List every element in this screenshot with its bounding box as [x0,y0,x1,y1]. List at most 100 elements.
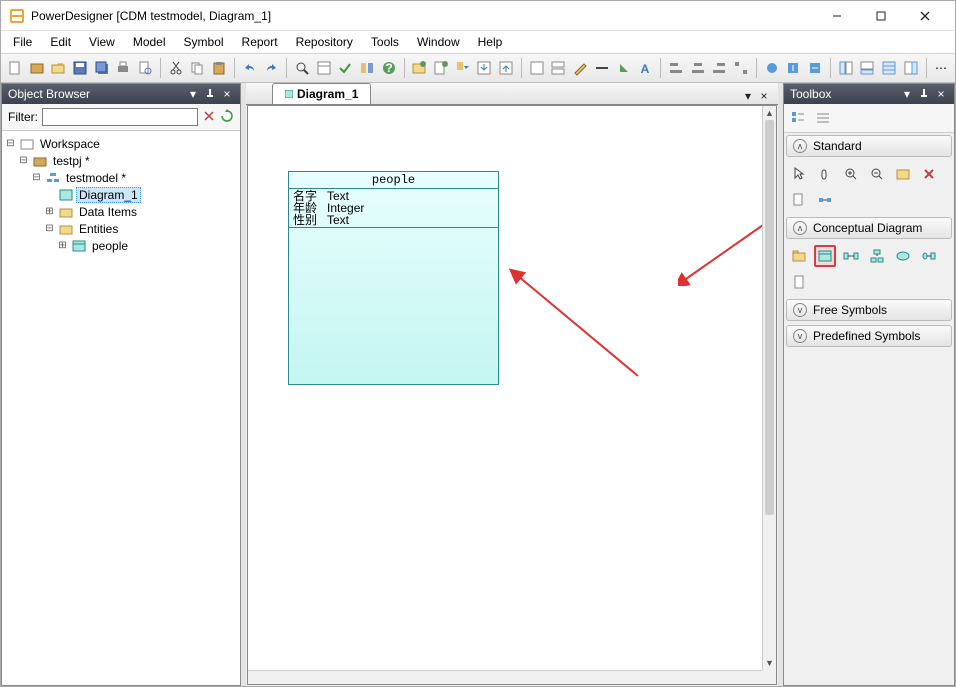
toolbox-section-standard[interactable]: ʌ Standard [786,135,952,157]
align-center-icon[interactable] [688,57,708,79]
pointer-tool-icon[interactable] [788,163,810,185]
generate-icon[interactable] [453,57,473,79]
dropdown-icon[interactable]: ▾ [186,87,200,101]
open-diagram-tool-icon[interactable] [892,163,914,185]
browser-toggle-icon[interactable] [836,57,856,79]
result-toggle-icon[interactable] [879,57,899,79]
open-icon[interactable] [48,57,68,79]
tree-model[interactable]: ⊟testmodel * [4,169,238,186]
tree-dataitems[interactable]: ⊞Data Items [4,203,238,220]
compare-icon[interactable] [357,57,377,79]
menu-file[interactable]: File [5,33,40,51]
check-model-icon[interactable] [336,57,356,79]
inheritance-tool-icon[interactable] [866,245,888,267]
align-right-icon[interactable] [709,57,729,79]
close-panel-icon[interactable]: × [934,87,948,101]
more-icon[interactable]: ⋯ [931,57,951,79]
pin-icon[interactable] [917,87,931,101]
menu-help[interactable]: Help [470,33,511,51]
new-icon[interactable] [5,57,25,79]
layout-2-icon[interactable] [549,57,569,79]
package-tool-icon[interactable] [788,245,810,267]
distribute-icon[interactable] [731,57,751,79]
tab-menu-icon[interactable]: ▾ [740,88,756,104]
cut-icon[interactable] [166,57,186,79]
clear-filter-icon[interactable] [202,109,216,126]
repo-checkout-icon[interactable] [805,57,825,79]
toolbox-section-conceptual[interactable]: ʌ Conceptual Diagram [786,217,952,239]
close-panel-icon[interactable]: × [220,87,234,101]
menu-window[interactable]: Window [409,33,468,51]
entity-tool-icon[interactable] [814,245,836,267]
association-link-tool-icon[interactable] [918,245,940,267]
text-style-icon[interactable]: A [635,57,655,79]
grabber-tool-icon[interactable] [814,163,836,185]
line-style-icon[interactable] [592,57,612,79]
help-icon[interactable]: ? [379,57,399,79]
toolbox-toggle-icon[interactable] [901,57,921,79]
menu-view[interactable]: View [81,33,123,51]
menu-repository[interactable]: Repository [288,33,361,51]
new-diagram-icon[interactable] [431,57,451,79]
tree-diagram[interactable]: ·Diagram_1 [4,186,238,203]
association-tool-icon[interactable] [892,245,914,267]
toolbox-section-predefined[interactable]: v Predefined Symbols [786,325,952,347]
tree-project[interactable]: ⊟testpj * [4,152,238,169]
tab-close-icon[interactable]: × [756,88,772,104]
refresh-icon[interactable] [220,109,234,126]
paste-icon[interactable] [209,57,229,79]
undo-icon[interactable] [240,57,260,79]
import-icon[interactable] [475,57,495,79]
edit-style-icon[interactable] [570,57,590,79]
toolbox-section-free[interactable]: v Free Symbols [786,299,952,321]
align-left-icon[interactable] [666,57,686,79]
layout-1-icon[interactable] [527,57,547,79]
file-tool-icon[interactable] [788,271,810,293]
delete-tool-icon[interactable] [918,163,940,185]
new-model-icon[interactable] [27,57,47,79]
menu-tools[interactable]: Tools [363,33,407,51]
tree-entities[interactable]: ⊟Entities [4,220,238,237]
list-view-icon[interactable] [812,107,834,129]
fill-style-icon[interactable] [614,57,634,79]
pin-icon[interactable] [203,87,217,101]
menu-edit[interactable]: Edit [42,33,79,51]
find-icon[interactable] [292,57,312,79]
zoom-out-tool-icon[interactable] [866,163,888,185]
properties-tool-icon[interactable] [788,189,810,211]
object-browser-header: Object Browser ▾ × [2,84,240,104]
canvas-scrollbar-h[interactable] [248,670,762,684]
tab-diagram[interactable]: Diagram_1 [272,83,371,104]
dropdown-icon[interactable]: ▾ [900,87,914,101]
category-view-icon[interactable] [787,107,809,129]
diagram-canvas[interactable]: people 名字Text 年龄Integer 性别Text ▲▼ [247,105,777,685]
repo-connect-icon[interactable] [762,57,782,79]
tree-entity-people[interactable]: ⊞people [4,237,238,254]
repo-checkin-icon[interactable] [783,57,803,79]
minimize-button[interactable] [815,2,859,30]
menu-symbol[interactable]: Symbol [176,33,232,51]
save-icon[interactable] [70,57,90,79]
output-toggle-icon[interactable] [857,57,877,79]
print-icon[interactable] [114,57,134,79]
browser-tree[interactable]: ⊟Workspace ⊟testpj * ⊟testmodel * ·Diagr… [2,131,240,685]
relationship-tool-icon[interactable] [840,245,862,267]
new-package-icon[interactable] [410,57,430,79]
print-preview-icon[interactable] [135,57,155,79]
close-button[interactable] [903,2,947,30]
copy-icon[interactable] [188,57,208,79]
canvas-scrollbar-v[interactable]: ▲▼ [762,106,776,670]
export-icon[interactable] [496,57,516,79]
redo-icon[interactable] [262,57,282,79]
maximize-button[interactable] [859,2,903,30]
svg-text:A: A [641,62,650,76]
filter-input[interactable] [42,108,198,126]
menu-report[interactable]: Report [234,33,286,51]
properties-icon[interactable] [314,57,334,79]
tree-workspace[interactable]: ⊟Workspace [4,135,238,152]
menu-model[interactable]: Model [125,33,174,51]
zoom-in-tool-icon[interactable] [840,163,862,185]
auto-layout-tool-icon[interactable] [814,189,836,211]
entity-symbol-people[interactable]: people 名字Text 年龄Integer 性别Text [288,171,499,385]
save-all-icon[interactable] [92,57,112,79]
